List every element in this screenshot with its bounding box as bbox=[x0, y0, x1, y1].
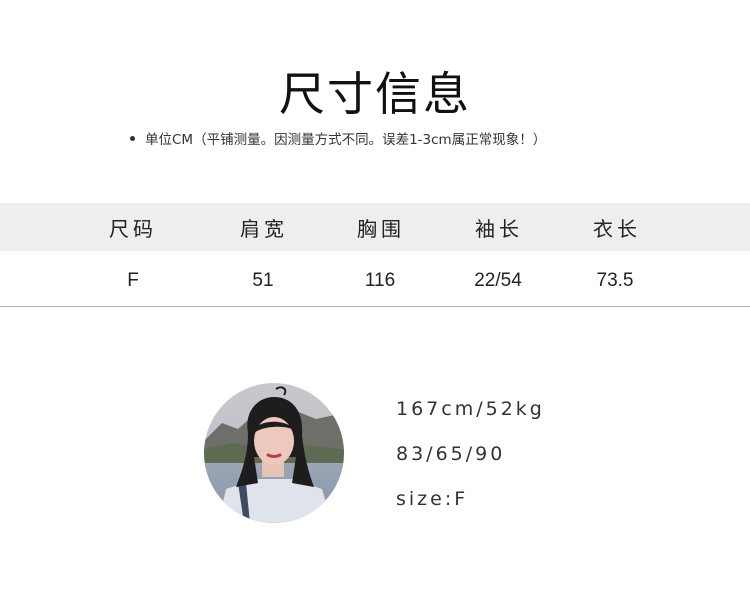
cell-chest: 116 bbox=[364, 270, 396, 291]
cell-shoulder: 51 bbox=[252, 270, 274, 291]
model-info: 167cm/52kg 83/65/90 size:F bbox=[396, 392, 545, 527]
cell-length: 73.5 bbox=[596, 270, 634, 291]
measurement-note: 单位CM（平铺测量。因测量方式不同。误差1-3cm属正常现象！） bbox=[130, 128, 546, 148]
header-sleeve: 袖长 bbox=[475, 216, 523, 241]
header-length: 衣长 bbox=[593, 216, 641, 241]
cell-sleeve: 22/54 bbox=[474, 270, 522, 291]
model-photo bbox=[204, 383, 344, 523]
model-size: size:F bbox=[396, 488, 469, 510]
model-height-weight: 167cm/52kg bbox=[396, 398, 545, 420]
header-size: 尺码 bbox=[109, 216, 157, 241]
size-table-header: 尺码 肩宽 胸围 袖长 衣长 bbox=[0, 203, 750, 251]
cell-size: F bbox=[127, 270, 139, 291]
table-row: F 51 116 22/54 73.5 bbox=[0, 256, 750, 307]
page-title: 尺寸信息 bbox=[279, 67, 471, 121]
model-measurements: 83/65/90 bbox=[396, 443, 506, 465]
header-shoulder: 肩宽 bbox=[240, 216, 288, 241]
header-chest: 胸围 bbox=[357, 216, 405, 241]
bullet-icon bbox=[130, 135, 135, 141]
measurement-note-text: 单位CM（平铺测量。因测量方式不同。误差1-3cm属正常现象！） bbox=[145, 132, 547, 148]
